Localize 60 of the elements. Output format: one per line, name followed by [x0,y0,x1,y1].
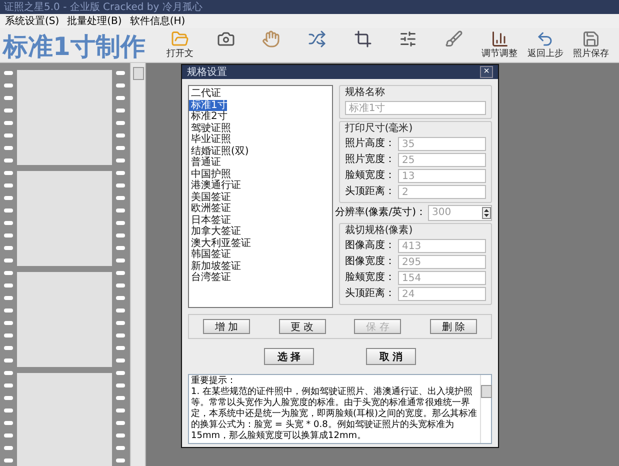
toolbar-label[interactable]: 打开文 [166,49,194,59]
list-item[interactable]: 标准2寸 [189,111,228,122]
close-button[interactable]: × [480,66,493,78]
field-label: 图像宽度： [344,256,395,268]
spin-value: 300 [431,207,452,219]
bar-chart-icon[interactable] [490,30,509,48]
menu-item[interactable]: 批量处理(B) [67,14,122,28]
scrollbar[interactable] [130,63,145,466]
dialog-button[interactable]: 选 择 [264,348,314,365]
group-title: 打印尺寸(毫米) [344,123,414,135]
field-label: 脸颊宽度： [344,272,395,284]
list-item[interactable]: 澳大利亚签证 [189,238,251,249]
list-item[interactable]: 标准1寸 [189,100,228,111]
undo-icon[interactable] [536,30,554,48]
list-item[interactable]: 驾驶证照 [189,122,231,134]
field-label: 脸颊宽度： [344,170,395,182]
crop-icon[interactable] [354,30,372,48]
list-item[interactable]: 日本签证 [189,214,231,226]
list-item[interactable]: 新加坡签证 [189,260,241,272]
list-item[interactable]: 港澳通行证 [189,180,241,192]
scrollbar[interactable] [480,375,491,443]
field-label: 照片宽度： [344,154,395,166]
toolbar-label[interactable]: 照片保存 [572,49,609,59]
list-item[interactable]: 结婚证照(双) [189,146,249,157]
action-button[interactable]: 更 改 [278,319,326,334]
action-button[interactable]: 删 除 [430,319,477,334]
spec-list[interactable]: 二代证 标准1寸 标准2寸 驾驶证照 毕业证照 结婚证照(双) 普通证 中国护照 港澳通行证 美国签证 欧洲签证 日本签证 加拿大签证 澳大利亚签证 韩国签证 新加坡签证 台湾签证 [188,85,333,308]
toolbar-label[interactable]: 调节调整 [482,49,518,59]
field-label: 头顶距离： [344,186,395,198]
arrows-icon[interactable] [308,30,326,48]
list-item[interactable]: 韩国签证 [189,249,231,260]
group-title: 裁切规格(像素) [344,225,414,237]
notes-paragraph: 1. 在某些规范的证件照中，例如驾驶证照片、港澳通行证、出入境护照等。常常以头宽作为人脸宽度的标准。由于头宽的标准通常很难统一界定，本系统中还是统一为脸宽，即两脸颊(耳根)之间的宽度。那么其标准的换算公式为：脸宽 = 头宽 * 0.8。例如驾驶证照片的头宽标准为15mm，那么脸颊宽度可以换算成12mm。 [191,387,478,442]
group-title: 规格名称 [344,87,386,99]
list-item[interactable]: 二代证 [189,88,221,100]
field-label: 照片高度： [344,138,395,150]
page-heading: 标准1寸制作 [1,31,146,63]
camera-icon[interactable] [216,30,235,48]
sliders-icon[interactable] [399,30,418,48]
menu-item[interactable]: 软件信息(H) [130,14,186,28]
list-item[interactable]: 美国签证 [189,192,231,203]
list-item[interactable]: 欧洲签证 [189,203,231,214]
field-label: 头顶距离： [344,288,395,300]
brush-icon[interactable] [444,30,463,48]
list-item[interactable]: 中国护照 [189,168,231,180]
field-label: 图像高度： [344,240,395,252]
field-label: 分辨率(像素/英寸)： [334,207,426,219]
hand-icon[interactable] [262,30,280,48]
window-title: 证照之星5.0 - 企业版 Cracked by 冷月孤心 [4,0,202,14]
toolbar-label[interactable]: 返回上步 [527,49,564,59]
spinner-arrows-icon[interactable] [482,207,491,219]
list-item[interactable]: 加拿大签证 [189,226,241,238]
dialog-button[interactable]: 取 消 [366,348,416,365]
dialog-title: 规格设置 [187,66,227,79]
menu-item[interactable]: 系统设置(S) [5,14,60,28]
list-item[interactable]: 台湾签证 [189,272,231,284]
notes-heading: 重要提示： [191,376,237,386]
action-button[interactable]: 增 加 [203,319,250,334]
list-item[interactable]: 毕业证照 [189,134,231,146]
list-item[interactable]: 普通证 [189,157,221,168]
